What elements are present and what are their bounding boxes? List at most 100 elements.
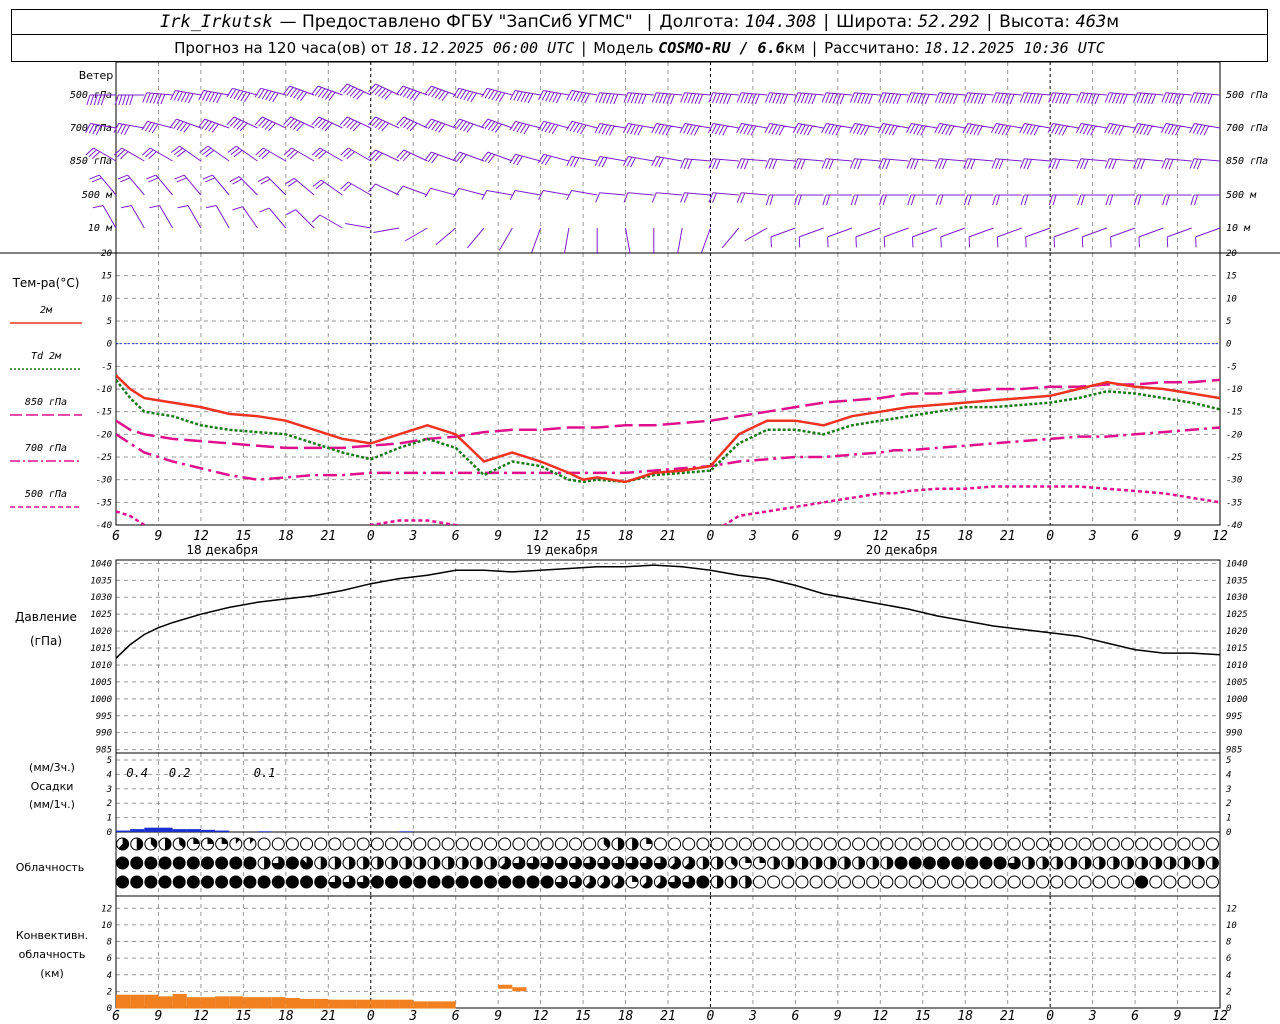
cloud-fill-mid (116, 857, 129, 869)
cloud-fill-high (456, 876, 469, 888)
hour-tick-label-bottom: 6 (1131, 1009, 1139, 1024)
cloud-symbol-low (653, 837, 667, 851)
conv-tick-label-right: 8 (1226, 938, 1231, 948)
cloud-symbol-low (455, 837, 469, 851)
cloud-fill-mid (1198, 856, 1205, 869)
conv-bar (427, 1001, 442, 1009)
cloud-symbol-low (880, 837, 894, 851)
cloud-symbol-low (1163, 837, 1177, 851)
cloud-fill-mid (1113, 857, 1120, 869)
cloud-fill-mid (433, 857, 440, 869)
wind-barb (283, 147, 315, 162)
wind-barb (708, 192, 739, 203)
pressure-tick-label: 990 (96, 729, 112, 739)
temp-tick-label-right: -25 (1226, 453, 1242, 463)
cloud-fill-high (484, 876, 497, 888)
cloud-fill-mid (745, 857, 752, 863)
cloud-fill-high (385, 876, 398, 888)
hour-tick-label-bottom: 21 (1000, 1009, 1016, 1024)
wind-barb (934, 123, 966, 136)
hour-tick-label-bottom: 0 (367, 1009, 375, 1024)
conv-tick-label-right: 4 (1226, 971, 1231, 981)
cloud-symbol-low (526, 837, 540, 851)
cloud-fill-mid (476, 857, 483, 870)
cloud-fill-mid (462, 856, 469, 869)
hour-tick-label: 12 (872, 529, 888, 544)
wind-barb (368, 83, 400, 100)
wind-barb (708, 158, 739, 170)
cloud-fill-mid (215, 857, 228, 869)
temp-tick-label: -40 (96, 521, 112, 531)
cloud-fill-high (130, 876, 143, 888)
wind-barb (792, 123, 824, 136)
cloud-symbol-low (767, 837, 781, 851)
pressure-tick-label: 1020 (90, 627, 112, 637)
wind-barb (991, 92, 1022, 105)
wind-level-label-right: 850 гПа (1226, 156, 1268, 167)
hour-tick-label: 12 (1212, 529, 1228, 544)
precip-bar (116, 830, 131, 832)
precip-annotation: 0.2 (169, 766, 191, 780)
pressure-tick-label-right: 1025 (1226, 610, 1248, 620)
pressure-tick-label-right: 995 (1226, 712, 1242, 722)
wind-barb (1075, 123, 1107, 136)
cloud-symbol-low (1177, 837, 1191, 851)
cloud-fill-mid (243, 857, 256, 869)
wind-barb (1133, 194, 1164, 206)
wind-barb (404, 227, 428, 242)
cloud-fill-mid (264, 857, 271, 869)
hour-tick-label-bottom: 9 (834, 1009, 842, 1024)
day-label: 20 декабря (866, 543, 938, 557)
wind-barb (765, 92, 796, 105)
cloud-symbol-high (1121, 875, 1134, 889)
wind-barb (340, 147, 372, 162)
conv-bar (200, 997, 216, 1009)
precip-tick-label: 4 (107, 770, 112, 780)
cloud-fill-mid (951, 857, 964, 869)
cloud-fill-high (187, 876, 200, 888)
hour-tick-label-bottom: 3 (748, 1009, 757, 1024)
cloud-symbol-low (1078, 837, 1092, 851)
hour-tick-label: 15 (915, 529, 931, 544)
hour-tick-label: 21 (320, 529, 336, 544)
cloud-symbol-low (427, 837, 441, 851)
wind-barb (345, 223, 371, 229)
wind-barb (1133, 158, 1164, 170)
cloud-fill-mid (787, 857, 794, 869)
cloud-fill-mid (937, 857, 950, 869)
cloud-symbol-high (795, 875, 809, 889)
temp-tick-label-right: -15 (1226, 408, 1242, 418)
wind-barb (934, 92, 966, 105)
wind-barb (1161, 92, 1192, 105)
wind-level-label: 850 гПа (70, 156, 112, 167)
cloud-fill-high (731, 876, 738, 888)
wind-barb (1019, 92, 1051, 105)
cloud-symbol-low (356, 837, 370, 851)
wind-barb (1160, 123, 1192, 136)
cloud-symbol-low (512, 837, 526, 851)
wind-level-label: 500 м (82, 190, 113, 201)
cloud-symbol-high (767, 875, 781, 889)
cloud-fill-high (286, 876, 299, 888)
wind-barb (1161, 158, 1192, 170)
hour-tick-label-bottom: 18 (957, 1009, 973, 1024)
hour-tick-label-bottom: 21 (660, 1009, 676, 1024)
cloud-fill-mid (187, 857, 200, 869)
wind-barb (1110, 227, 1136, 248)
hour-tick-label-bottom: 6 (791, 1009, 799, 1024)
cloud-symbol-low (1121, 837, 1134, 851)
cloud-fill-mid (773, 857, 780, 869)
wind-barb (878, 92, 909, 105)
wind-barb (312, 179, 343, 196)
wind-barb (566, 120, 598, 135)
wind-barb (849, 92, 881, 105)
hour-tick-label: 9 (834, 529, 842, 544)
cloud-symbol-low (753, 837, 766, 851)
cloud-symbol-low (385, 837, 398, 851)
cloud-symbol-high (823, 875, 837, 889)
pressure-tick-label-right: 1010 (1226, 661, 1248, 671)
wind-barb (1047, 123, 1079, 136)
wind-barb (1190, 194, 1220, 206)
wind-barb (174, 174, 202, 196)
precip-unit-1h: (мм/1ч.) (29, 798, 75, 811)
